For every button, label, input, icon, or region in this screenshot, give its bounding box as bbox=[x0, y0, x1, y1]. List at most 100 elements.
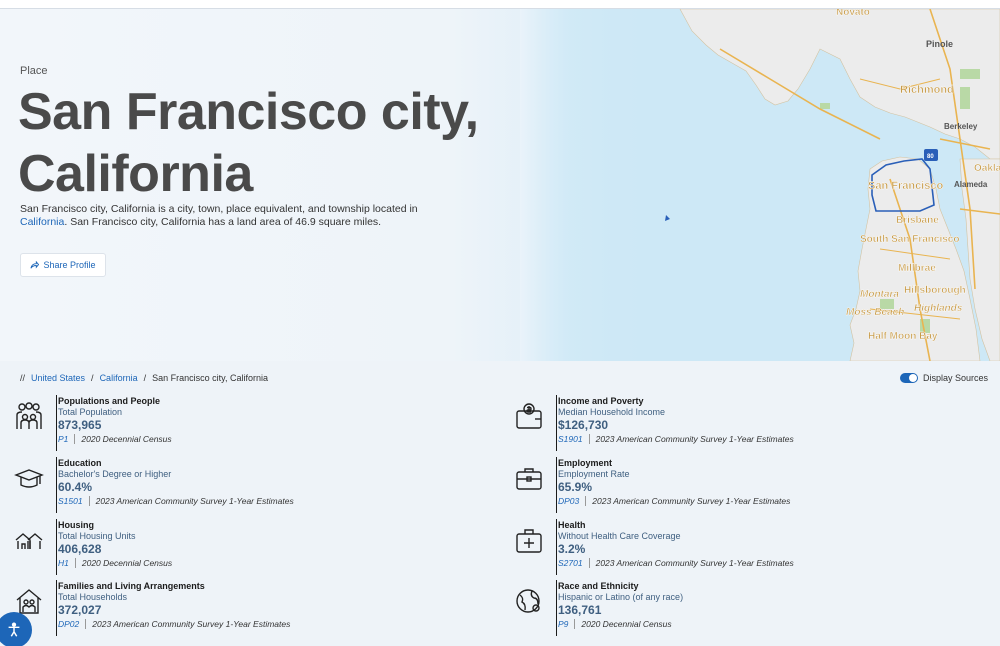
table-code-link[interactable]: P9 bbox=[558, 618, 568, 630]
stat-value: 136,761 bbox=[558, 603, 602, 617]
profile-hero: Place San Francisco city, California San… bbox=[0, 9, 1000, 361]
stat-body: Housing Total Housing Units 406,628 H1 20… bbox=[56, 519, 172, 575]
stat-source: S1501 2023 American Community Survey 1-Ye… bbox=[58, 495, 294, 507]
stat-label: Employment Rate bbox=[558, 469, 630, 479]
map-label-south-san-francisco: South San Francisco bbox=[860, 234, 959, 245]
survey-name: 2020 Decennial Census bbox=[81, 434, 172, 444]
share-profile-button[interactable]: Share Profile bbox=[20, 253, 106, 277]
stat-body: Populations and People Total Population … bbox=[56, 395, 172, 451]
profile-type-label: Place bbox=[20, 65, 48, 77]
table-code-link[interactable]: S1501 bbox=[58, 495, 83, 507]
stat-source: P9 2020 Decennial Census bbox=[558, 618, 683, 630]
table-code-link[interactable]: P1 bbox=[58, 433, 68, 445]
map-label-pinole: Pinole bbox=[926, 39, 953, 49]
medical-kit-icon bbox=[516, 529, 542, 553]
stat-category: Health bbox=[558, 520, 586, 530]
stat-housing[interactable]: Housing Total Housing Units 406,628 H1 20… bbox=[14, 519, 454, 575]
graduation-cap-icon bbox=[14, 469, 44, 488]
place-map[interactable]: Novato Pinole Richmond Berkeley Oakla Al… bbox=[520, 9, 1000, 361]
stat-category: Housing bbox=[58, 520, 94, 530]
stat-health[interactable]: Health Without Health Care Coverage 3.2%… bbox=[514, 519, 954, 575]
divider bbox=[74, 434, 76, 444]
share-icon bbox=[30, 260, 40, 269]
stat-source: S2701 2023 American Community Survey 1-Ye… bbox=[558, 557, 794, 569]
survey-name: 2023 American Community Survey 1-Year Es… bbox=[592, 496, 791, 506]
highway-shield-label: 80 bbox=[927, 154, 934, 160]
display-sources-label: Display Sources bbox=[923, 373, 989, 383]
accessibility-button[interactable] bbox=[0, 612, 32, 646]
divider bbox=[85, 619, 87, 629]
breadcrumb-california[interactable]: California bbox=[100, 373, 138, 383]
stat-body: Families and Living Arrangements Total H… bbox=[56, 580, 290, 636]
top-nav-bar bbox=[0, 0, 1000, 9]
stat-label: Without Health Care Coverage bbox=[558, 531, 681, 541]
survey-name: 2023 American Community Survey 1-Year Es… bbox=[595, 434, 794, 444]
survey-name: 2023 American Community Survey 1-Year Es… bbox=[92, 619, 291, 629]
stat-income-and-poverty[interactable]: Income and Poverty Median Household Inco… bbox=[514, 395, 954, 451]
breadcrumb-prefix: // bbox=[20, 373, 26, 383]
globe-people-icon bbox=[516, 589, 540, 613]
table-code-link[interactable]: S1901 bbox=[558, 433, 583, 445]
map-label-highlands: Highlands bbox=[914, 303, 963, 314]
accessibility-icon bbox=[8, 622, 20, 637]
map-label-oakland: Oakla bbox=[974, 163, 1000, 174]
map-label-moss-beach: Moss Beach bbox=[846, 307, 904, 318]
divider bbox=[588, 434, 590, 444]
map-label-san-francisco: San Francisco bbox=[868, 180, 943, 192]
stat-label: Bachelor's Degree or Higher bbox=[58, 469, 172, 479]
stat-label: Hispanic or Latino (of any race) bbox=[558, 592, 684, 602]
stat-category: Race and Ethnicity bbox=[558, 581, 639, 591]
stat-value: 406,628 bbox=[58, 542, 102, 556]
breadcrumb: // United States / California / San Fran… bbox=[20, 373, 268, 383]
stat-body: Health Without Health Care Coverage 3.2%… bbox=[556, 519, 794, 575]
table-code-link[interactable]: DP02 bbox=[58, 618, 79, 630]
breadcrumb-separator: / bbox=[91, 373, 94, 383]
toggle-switch[interactable] bbox=[900, 373, 918, 383]
map-label-montara: Montara bbox=[860, 289, 899, 300]
description-text-2: . San Francisco city, California has a l… bbox=[64, 216, 382, 228]
table-code-link[interactable]: H1 bbox=[58, 557, 69, 569]
profile-description: San Francisco city, California is a city… bbox=[20, 203, 420, 229]
stat-education[interactable]: Education Bachelor's Degree or Higher 60… bbox=[14, 457, 454, 513]
stat-employment[interactable]: Employment Employment Rate 65.9% DP03 202… bbox=[514, 457, 954, 513]
map-label-brisbane: Brisbane bbox=[896, 215, 939, 226]
survey-name: 2023 American Community Survey 1-Year Es… bbox=[595, 558, 794, 568]
divider bbox=[574, 619, 576, 629]
map-label-half-moon-bay: Half Moon Bay bbox=[868, 331, 938, 342]
stat-category: Employment bbox=[558, 458, 613, 468]
display-sources-toggle[interactable]: Display Sources bbox=[900, 373, 988, 383]
stat-category: Populations and People bbox=[58, 396, 161, 406]
stat-source: P1 2020 Decennial Census bbox=[58, 433, 172, 445]
description-text-1: San Francisco city, California is a city… bbox=[20, 203, 418, 215]
map-label-millbrae: Millbrae bbox=[898, 263, 936, 274]
california-link[interactable]: California bbox=[20, 216, 64, 228]
stat-value: 65.9% bbox=[558, 480, 593, 494]
survey-name: 2020 Decennial Census bbox=[581, 619, 672, 629]
money-wallet-icon bbox=[516, 403, 542, 429]
stat-race-and-ethnicity[interactable]: Race and Ethnicity Hispanic or Latino (o… bbox=[514, 580, 954, 636]
houses-icon bbox=[15, 533, 43, 549]
stat-source: DP03 2023 American Community Survey 1-Yea… bbox=[558, 495, 790, 507]
stat-value: 3.2% bbox=[558, 542, 586, 556]
stat-label: Total Population bbox=[58, 407, 123, 417]
stat-populations-and-people[interactable]: Populations and People Total Population … bbox=[14, 395, 454, 451]
stat-source: S1901 2023 American Community Survey 1-Ye… bbox=[558, 433, 794, 445]
stat-source: DP02 2023 American Community Survey 1-Yea… bbox=[58, 618, 290, 630]
stat-value: 60.4% bbox=[58, 480, 93, 494]
stat-body: Employment Employment Rate 65.9% DP03 202… bbox=[556, 457, 790, 513]
stat-families-and-living-arrangements[interactable]: Families and Living Arrangements Total H… bbox=[14, 580, 454, 636]
divider bbox=[585, 496, 587, 506]
people-group-icon bbox=[16, 402, 42, 429]
briefcase-icon bbox=[516, 468, 542, 490]
stat-category: Education bbox=[58, 458, 102, 468]
stat-body: Education Bachelor's Degree or Higher 60… bbox=[56, 457, 294, 513]
table-code-link[interactable]: S2701 bbox=[558, 557, 583, 569]
breadcrumb-united-states[interactable]: United States bbox=[31, 373, 85, 383]
share-profile-label: Share Profile bbox=[43, 260, 96, 270]
map-label-hillsborough: Hillsborough bbox=[904, 285, 966, 296]
table-code-link[interactable]: DP03 bbox=[558, 495, 579, 507]
divider bbox=[88, 496, 90, 506]
map-label-novato: Novato bbox=[836, 9, 870, 18]
stat-label: Total Housing Units bbox=[58, 531, 136, 541]
map-label-berkeley: Berkeley bbox=[944, 122, 978, 131]
